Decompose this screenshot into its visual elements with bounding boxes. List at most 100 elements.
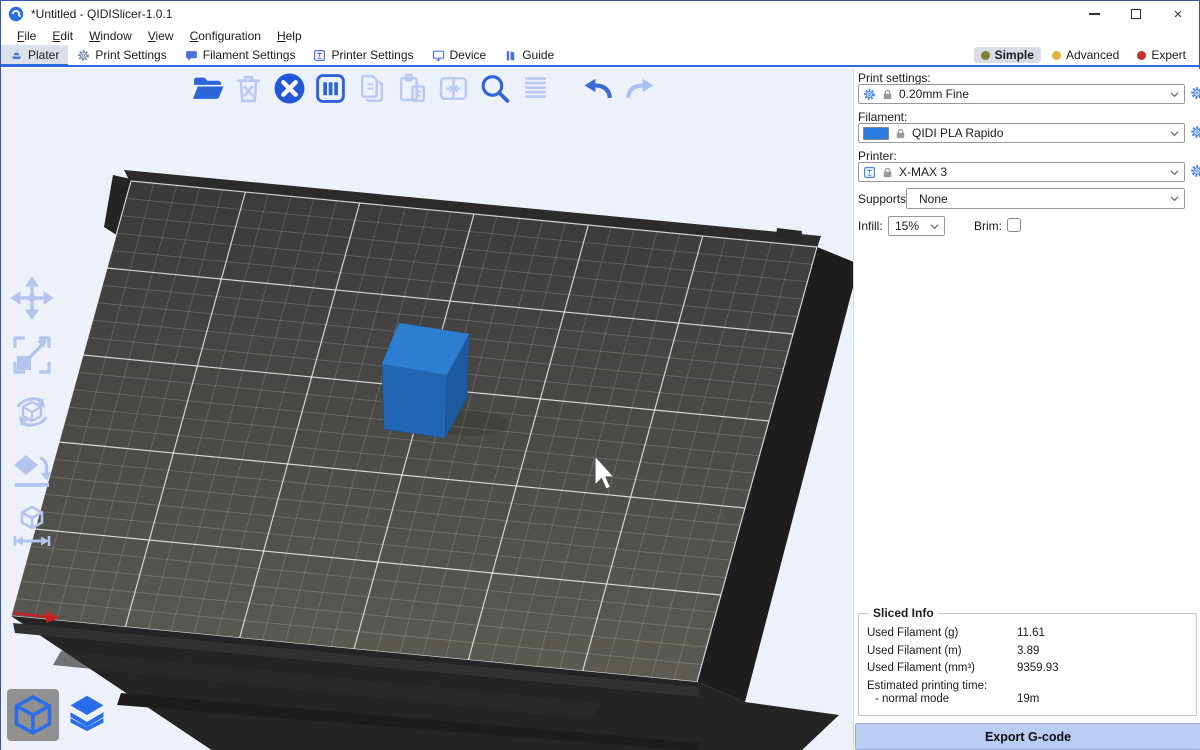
settings-panel: Print settings: 0.20mm Fine Filament: QI… <box>853 69 1200 750</box>
maximize-icon <box>1131 9 1141 19</box>
variable-layer-height-button[interactable] <box>519 72 552 105</box>
close-button[interactable]: × <box>1157 1 1199 27</box>
lock-icon <box>881 88 894 101</box>
mode-selector: Simple Advanced Expert <box>974 45 1199 65</box>
undo-button[interactable] <box>582 72 615 105</box>
delete-button[interactable] <box>232 72 265 105</box>
place-on-face-icon <box>9 446 55 492</box>
paste-button[interactable] <box>396 72 429 105</box>
arrange-icon <box>314 72 347 105</box>
print-settings-label: Print settings: <box>858 71 931 85</box>
place-on-face-button[interactable] <box>9 446 55 492</box>
search-button[interactable] <box>478 72 511 105</box>
3d-editor-view-button[interactable] <box>7 689 59 741</box>
view-toolbar <box>7 689 113 741</box>
open-file-button[interactable] <box>191 72 224 105</box>
infill-label: Infill: <box>858 219 883 233</box>
scale-button[interactable] <box>9 332 55 378</box>
printer-select[interactable]: X-MAX 3 <box>858 162 1185 182</box>
tab-print-settings[interactable]: Print Settings <box>68 45 175 65</box>
move-icon <box>9 275 55 321</box>
print-settings-select[interactable]: 0.20mm Fine <box>858 84 1185 104</box>
copy-button[interactable] <box>355 72 388 105</box>
sliced-row-filament-m: Used Filament (m) 3.89 <box>867 645 1188 657</box>
delete-all-button[interactable] <box>273 72 306 105</box>
minimize-icon <box>1089 13 1100 15</box>
filament-label: Filament: <box>858 110 907 124</box>
rotate-icon <box>9 389 55 435</box>
device-monitor-icon <box>432 49 445 62</box>
undo-icon <box>582 72 615 105</box>
menu-help[interactable]: Help <box>269 29 310 43</box>
tab-printer-settings[interactable]: Printer Settings <box>304 45 422 65</box>
filament-select[interactable]: QIDI PLA Rapido <box>858 123 1185 143</box>
rotate-button[interactable] <box>9 389 55 435</box>
maximize-button[interactable] <box>1115 1 1157 27</box>
brim-checkbox[interactable] <box>1007 218 1021 232</box>
scale-icon <box>9 332 55 378</box>
simple-dot-icon <box>981 51 990 60</box>
window-controls: × <box>1073 1 1199 27</box>
gear-icon <box>77 49 90 62</box>
measure-icon <box>9 503 55 549</box>
plater-toolbar <box>191 72 656 105</box>
3d-viewport[interactable] <box>1 69 853 750</box>
layers-icon <box>519 72 552 105</box>
title-bar: *Untitled - QIDISlicer-1.0.1 × <box>1 1 1199 27</box>
mode-expert[interactable]: Expert <box>1130 47 1193 63</box>
search-icon <box>478 72 511 105</box>
chevron-down-icon <box>929 221 940 232</box>
menu-edit[interactable]: Edit <box>44 29 81 43</box>
mode-simple[interactable]: Simple <box>974 47 1041 63</box>
menu-configuration[interactable]: Configuration <box>182 29 269 43</box>
printer-icon <box>863 166 876 179</box>
filament-gear-button[interactable] <box>1190 125 1200 139</box>
supports-select[interactable]: None <box>906 188 1185 209</box>
preview-layers-view-button[interactable] <box>61 689 113 741</box>
brim-label: Brim: <box>974 219 1002 233</box>
split-button[interactable] <box>437 72 470 105</box>
export-gcode-button[interactable]: Export G-code <box>855 723 1200 750</box>
redo-button[interactable] <box>623 72 656 105</box>
move-button[interactable] <box>9 275 55 321</box>
copy-icon <box>355 72 388 105</box>
gear-icon <box>863 88 876 101</box>
advanced-dot-icon <box>1052 51 1061 60</box>
printer-gear-button[interactable] <box>1190 164 1200 178</box>
tab-guide[interactable]: Guide <box>495 45 563 65</box>
redo-icon <box>623 72 656 105</box>
mode-advanced[interactable]: Advanced <box>1045 47 1126 63</box>
sliced-row-normal-mode: - normal mode 19m <box>867 693 1188 705</box>
chevron-down-icon <box>1169 128 1180 139</box>
tab-filament-settings[interactable]: Filament Settings <box>176 45 305 65</box>
tab-plater[interactable]: Plater <box>1 45 68 65</box>
infill-select[interactable]: 15% <box>888 216 945 236</box>
supports-label: Supports: <box>858 192 909 206</box>
measure-button[interactable] <box>9 503 55 549</box>
sliced-row-filament-mm3: Used Filament (mm³) 9359.93 <box>867 662 1188 674</box>
cube-view-icon <box>11 693 55 737</box>
printer-label: Printer: <box>858 149 897 163</box>
plater-icon <box>10 49 23 62</box>
print-settings-gear-button[interactable] <box>1190 86 1200 100</box>
filament-color-swatch <box>863 127 889 140</box>
arrange-button[interactable] <box>314 72 347 105</box>
menu-view[interactable]: View <box>140 29 182 43</box>
preview-layers-icon <box>65 693 109 737</box>
chevron-down-icon <box>1169 167 1180 178</box>
window-title: *Untitled - QIDISlicer-1.0.1 <box>31 7 172 21</box>
paste-icon <box>396 72 429 105</box>
tab-device[interactable]: Device <box>423 45 496 65</box>
minimize-button[interactable] <box>1073 1 1115 27</box>
scene-canvas[interactable] <box>1 69 853 750</box>
gizmo-toolbar <box>9 275 55 549</box>
lock-icon <box>894 127 907 140</box>
tab-bar: Plater Print Settings Filament Settings … <box>1 45 1199 67</box>
close-icon: × <box>1174 7 1183 22</box>
trash-icon <box>232 72 265 105</box>
menu-window[interactable]: Window <box>81 29 140 43</box>
sliced-row-filament-g: Used Filament (g) 11.61 <box>867 627 1188 639</box>
guide-book-icon <box>504 49 517 62</box>
sliced-info-panel: Sliced Info Used Filament (g) 11.61 Used… <box>858 613 1197 716</box>
menu-file[interactable]: File <box>9 29 44 43</box>
